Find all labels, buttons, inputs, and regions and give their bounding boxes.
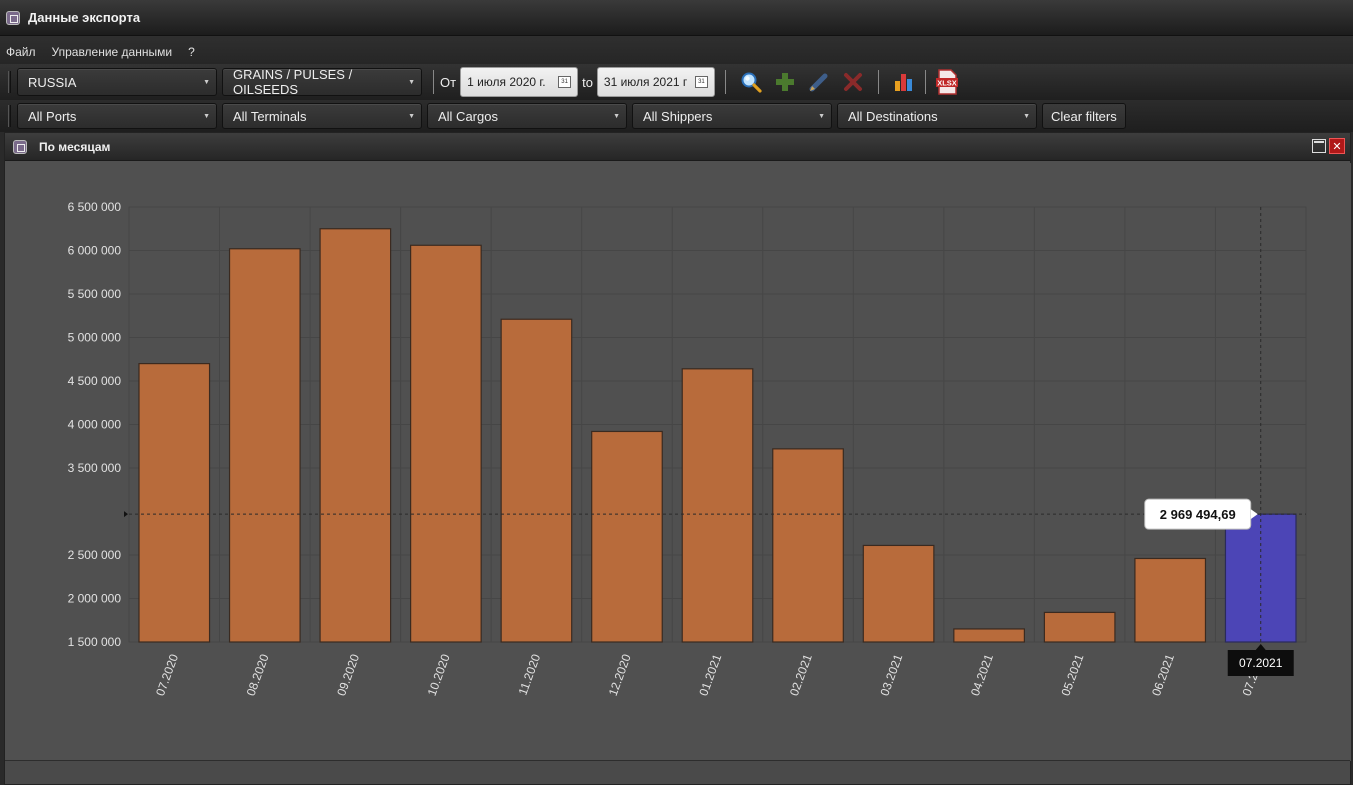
bar-11.2020	[500, 318, 573, 643]
toolbar-separator	[924, 70, 926, 94]
bar-04.2021	[953, 628, 1025, 643]
y-tick-label: 2 500 000	[68, 548, 122, 562]
window-title: Данные экспорта	[28, 10, 141, 25]
commodity-select-value: GRAINS / PULSES / OILSEEDS	[233, 67, 353, 97]
xlsx-export-icon[interactable]: XLSX	[934, 69, 960, 95]
category-tooltip-pointer	[1255, 644, 1266, 650]
clear-filters-button[interactable]: Clear filters	[1042, 103, 1126, 129]
add-icon[interactable]	[772, 69, 798, 95]
shippers-filter-value: All Shippers	[643, 108, 713, 124]
y-tick-label: 1 500 000	[68, 635, 122, 649]
chevron-down-icon: ▼	[818, 112, 825, 120]
y-tick-label: 6 000 000	[68, 244, 122, 258]
panel-title: По месяцам	[39, 139, 111, 154]
y-tick-label: 3 500 000	[68, 461, 122, 475]
toolbar-grip[interactable]	[8, 105, 11, 127]
chevron-down-icon: ▼	[1023, 112, 1030, 120]
menu-help[interactable]: ?	[188, 45, 195, 59]
category-tooltip-text: 07.2021	[1239, 656, 1283, 670]
toolbar-separator	[877, 70, 879, 94]
bar-03.2021	[862, 544, 935, 643]
y-tick-label: 2 000 000	[68, 592, 122, 606]
y-marker-arrow	[124, 511, 128, 518]
ports-filter-value: All Ports	[28, 108, 77, 124]
toolbar-separator	[724, 70, 726, 94]
bar-chart-icon[interactable]	[891, 69, 917, 95]
x-tick-label: 05.2021	[1058, 652, 1086, 698]
chevron-down-icon: ▼	[408, 112, 415, 120]
terminals-filter-value: All Terminals	[233, 108, 307, 124]
x-tick-label: 11.2020	[516, 652, 544, 697]
value-tooltip-text: 2 969 494,69	[1160, 507, 1236, 522]
x-tick-label: 07.2020	[153, 652, 181, 698]
date-to-label: to	[582, 74, 593, 90]
country-select[interactable]: RUSSIA ▼	[17, 68, 217, 96]
chevron-down-icon: ▼	[613, 112, 620, 120]
x-tick-label: 06.2021	[1149, 652, 1177, 698]
svg-text:XLSX: XLSX	[937, 79, 957, 88]
country-select-value: RUSSIA	[28, 74, 77, 90]
date-to-value: 31 июля 2021 г	[603, 75, 688, 89]
calendar-icon[interactable]: 31	[694, 76, 708, 88]
search-icon[interactable]	[738, 69, 764, 95]
bar-02.2021	[772, 448, 844, 643]
x-tick-label: 02.2021	[787, 652, 815, 698]
x-tick-label: 10.2020	[425, 652, 453, 698]
destinations-filter[interactable]: All Destinations ▼	[837, 103, 1037, 129]
y-tick-label: 4 000 000	[68, 418, 122, 432]
filter-toolbar: All Ports ▼ All Terminals ▼ All Cargos ▼…	[0, 100, 1353, 132]
chevron-down-icon: ▼	[203, 112, 210, 120]
date-to-picker[interactable]: 31 июля 2021 г 31	[596, 67, 715, 97]
commodity-select[interactable]: GRAINS / PULSES / OILSEEDS ▼	[222, 67, 422, 97]
shippers-filter[interactable]: All Shippers ▼	[632, 103, 832, 129]
menu-file[interactable]: Файл	[6, 45, 36, 59]
panel-footer	[5, 760, 1350, 784]
terminals-filter[interactable]: All Terminals ▼	[222, 103, 422, 129]
x-tick-label: 03.2021	[877, 652, 905, 698]
chevron-down-icon: ▼	[203, 78, 210, 86]
bar-05.2021	[1043, 611, 1116, 643]
bar-09.2020	[319, 228, 392, 643]
menu-bar: Файл Управление данными ?	[0, 36, 1353, 64]
toolbar-grip[interactable]	[8, 71, 11, 93]
bar-01.2021	[681, 368, 754, 643]
monthly-panel: По месяцам ✕ 1 500 000 2 000 000 2 500 000…	[4, 132, 1351, 785]
y-tick-label: 5 500 000	[68, 287, 122, 301]
y-tick-label: 5 000 000	[68, 331, 122, 345]
edit-icon[interactable]	[806, 69, 832, 95]
cargos-filter[interactable]: All Cargos ▼	[427, 103, 627, 129]
x-tick-label: 01.2021	[696, 652, 724, 698]
close-icon[interactable]: ✕	[1329, 138, 1345, 154]
date-from-value: 1 июля 2020 г.	[467, 75, 546, 89]
y-tick-label: 4 500 000	[68, 374, 122, 388]
maximize-icon[interactable]	[1312, 139, 1326, 153]
date-from-picker[interactable]: 1 июля 2020 г. 31	[460, 67, 579, 97]
app-icon	[6, 10, 20, 25]
calendar-icon[interactable]: 31	[558, 76, 572, 88]
bar-chart: 1 500 000 2 000 000 2 500 000 3 500 000 4 00…	[68, 200, 1307, 698]
destinations-filter-value: All Destinations	[848, 108, 938, 124]
panel-icon	[13, 139, 27, 154]
date-from-label: От	[440, 74, 457, 90]
bar-12.2020	[591, 430, 663, 643]
toolbar-separator	[433, 70, 434, 94]
y-tick-label: 6 500 000	[68, 200, 122, 214]
title-bar: Данные экспорта	[0, 0, 1353, 36]
ports-filter[interactable]: All Ports ▼	[17, 103, 217, 129]
bar-10.2020	[410, 244, 482, 643]
delete-icon[interactable]	[840, 69, 866, 95]
main-toolbar: RUSSIA ▼ GRAINS / PULSES / OILSEEDS ▼ От…	[0, 64, 1353, 100]
chevron-down-icon: ▼	[408, 78, 415, 86]
chart-area: 1 500 000 2 000 000 2 500 000 3 500 000 4 00…	[6, 163, 1351, 761]
menu-data-management[interactable]: Управление данными	[52, 45, 173, 59]
bar-07.2020	[138, 363, 211, 643]
panel-header: По месяцам ✕	[5, 133, 1350, 161]
x-tick-label: 12.2020	[606, 652, 634, 698]
x-tick-label: 04.2021	[968, 652, 996, 698]
bar-06.2021	[1134, 557, 1207, 643]
x-tick-label: 09.2020	[334, 652, 362, 698]
cargos-filter-value: All Cargos	[438, 108, 498, 124]
bar-08.2020	[228, 248, 301, 643]
x-tick-label: 08.2020	[244, 652, 272, 698]
